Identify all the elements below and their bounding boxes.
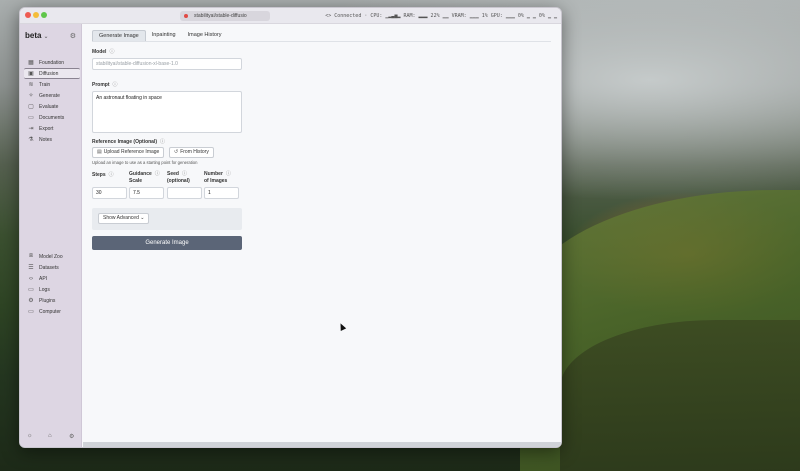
system-status-text: <> Connected · CPU: ▁▂▃▅▂ RAM: ▂▂▂ 22% ▁…: [325, 13, 557, 19]
from-history-button[interactable]: ↺ From History: [169, 147, 214, 158]
settings-icon[interactable]: ⚙: [70, 32, 76, 40]
info-icon: ⓘ: [108, 172, 114, 178]
terminal-icon: ▭: [28, 287, 34, 293]
sidebar-item-label: Datasets: [39, 264, 59, 271]
sidebar-item-label: Train: [39, 81, 51, 88]
sidebar-item-label: Foundation: [39, 59, 65, 66]
tab-image-history[interactable]: Image History: [182, 30, 228, 41]
guidance-scale-input[interactable]: 7.5: [129, 187, 164, 199]
sidebar-item-label: Plugins: [39, 297, 56, 304]
monitor-icon: ▭: [28, 309, 34, 315]
tab-divider: [92, 41, 551, 42]
export-icon: ⇥: [28, 126, 34, 132]
info-icon: ⓘ: [154, 171, 160, 177]
sidebar: beta ⌄ ⚙ ▦ Foundation ▣ Diffusion ≋ Train ✧ Gene…: [20, 24, 82, 447]
history-icon: ↺: [174, 149, 179, 155]
sidebar-nav: ▦ Foundation ▣ Diffusion ≋ Train ✧ Generate ▢ Eva…: [24, 57, 80, 145]
sparkle-icon: ✧: [28, 93, 34, 99]
sidebar-item-computer[interactable]: ▭ Computer: [24, 306, 80, 317]
prompt-label: Prompt ⓘ: [92, 82, 118, 88]
image-icon: ▣: [28, 71, 34, 77]
github-icon[interactable]: ⌂: [48, 433, 52, 439]
window-tab-title: stabilityai/stable-diffusio: [194, 13, 247, 19]
steps-label: Steps ⓘ: [92, 172, 114, 178]
sidebar-item-logs[interactable]: ▭ Logs: [24, 284, 80, 295]
sidebar-item-api[interactable]: ‹› API: [24, 273, 80, 284]
sidebar-item-evaluate[interactable]: ▢ Evaluate: [24, 101, 80, 112]
sidebar-item-plugins[interactable]: ⚙ Plugins: [24, 295, 80, 306]
number-of-images-label: Number ⓘ of Images: [204, 171, 231, 184]
workspace-selector[interactable]: beta ⌄: [25, 31, 48, 40]
sidebar-item-label: Logs: [39, 286, 50, 293]
info-icon: ⓘ: [112, 82, 118, 88]
info-icon: ⓘ: [109, 49, 115, 55]
prompt-textarea[interactable]: An astronaut floating in space: [92, 91, 242, 133]
app-window: stabilityai/stable-diffusio <> Connected…: [19, 7, 562, 448]
steps-input[interactable]: 30: [92, 187, 127, 199]
sidebar-item-label: Documents: [39, 114, 65, 121]
code-icon: ‹›: [29, 275, 33, 282]
sidebar-item-label: Computer: [39, 308, 61, 315]
sidebar-item-label: Diffusion: [39, 70, 59, 77]
sidebar-item-documents[interactable]: ▭ Documents: [24, 112, 80, 123]
sidebar-item-generate[interactable]: ✧ Generate: [24, 90, 80, 101]
sidebar-item-label: Generate: [39, 92, 60, 99]
sidebar-footer: ☼ ⌂ ⚙: [20, 433, 81, 441]
reference-hint: Upload an image to use as a starting poi…: [92, 160, 198, 165]
plugin-icon: ⚙: [28, 298, 34, 304]
grid-icon: ▦: [28, 60, 34, 66]
model-input[interactable]: stabilityai/stable-diffusion-xl-base-1.0: [92, 58, 242, 70]
generate-image-button[interactable]: Generate Image: [92, 236, 242, 250]
sidebar-item-label: Notes: [39, 136, 53, 143]
titlebar: stabilityai/stable-diffusio <> Connected…: [20, 8, 561, 24]
guidance-scale-label: Guidance ⓘ Scale: [129, 171, 160, 184]
sidebar-item-label: API: [39, 275, 48, 282]
seed-label: Seed ⓘ (optional): [167, 171, 190, 184]
system-status: <> Connected · CPU: ▁▂▃▅▂ RAM: ▂▂▂ 22% ▁…: [325, 8, 557, 24]
document-check-icon: ▢: [28, 104, 34, 110]
upload-reference-button[interactable]: ▤ Upload Reference Image: [92, 147, 165, 158]
info-icon: ⓘ: [181, 171, 187, 177]
sidebar-item-diffusion[interactable]: ▣ Diffusion: [24, 68, 80, 79]
close-window-button[interactable]: [25, 12, 31, 18]
box-icon: ⧈: [29, 253, 33, 259]
horizontal-scrollbar[interactable]: [83, 442, 561, 447]
upload-icon: ▤: [97, 149, 102, 155]
reference-image-label: Reference Image (Optional) ⓘ: [92, 139, 166, 145]
sidebar-item-datasets[interactable]: ☰ Datasets: [24, 262, 80, 273]
tab-bar: Generate Image Inpainting Image History: [92, 30, 228, 41]
seed-input[interactable]: [167, 187, 202, 199]
info-icon: ⓘ: [160, 139, 166, 145]
info-icon: ⓘ: [225, 171, 231, 177]
chevron-down-icon: ⌄: [140, 215, 145, 221]
main-panel: Generate Image Inpainting Image History …: [83, 24, 561, 447]
sidebar-item-notes[interactable]: ⚗ Notes: [24, 134, 80, 145]
show-advanced-button[interactable]: Show Advanced ⌄: [98, 213, 150, 224]
number-of-images-input[interactable]: 1: [204, 187, 239, 199]
database-icon: ☰: [28, 265, 34, 271]
sidebar-item-label: Model Zoo: [39, 253, 63, 260]
sidebar-item-train[interactable]: ≋ Train: [24, 79, 80, 90]
workspace-name: beta: [25, 31, 42, 40]
sidebar-item-label: Export: [39, 125, 54, 132]
sidebar-item-model-zoo[interactable]: ⧈ Model Zoo: [24, 251, 80, 262]
minimize-window-button[interactable]: [33, 12, 39, 18]
sidebar-item-export[interactable]: ⇥ Export: [24, 123, 80, 134]
tab-inpainting[interactable]: Inpainting: [146, 30, 182, 41]
model-label: Model ⓘ: [92, 49, 115, 55]
tab-generate-image[interactable]: Generate Image: [92, 30, 146, 41]
flask-icon: ⚗: [28, 137, 34, 143]
layers-icon: ≋: [28, 82, 34, 88]
gear-icon[interactable]: ⚙: [69, 433, 74, 440]
file-icon: ▭: [28, 115, 34, 121]
advanced-section: Show Advanced ⌄: [92, 208, 242, 230]
chevron-down-icon: ⌄: [43, 34, 49, 40]
recording-icon: [184, 14, 188, 18]
sidebar-item-label: Evaluate: [39, 103, 59, 110]
sun-icon[interactable]: ☼: [27, 433, 33, 439]
sidebar-nav-bottom: ⧈ Model Zoo ☰ Datasets ‹› API ▭ Logs ⚙ Plugins ▭ Co…: [24, 251, 80, 317]
maximize-window-button[interactable]: [41, 12, 47, 18]
sidebar-item-foundation[interactable]: ▦ Foundation: [24, 57, 80, 68]
window-tab[interactable]: stabilityai/stable-diffusio: [180, 11, 270, 21]
